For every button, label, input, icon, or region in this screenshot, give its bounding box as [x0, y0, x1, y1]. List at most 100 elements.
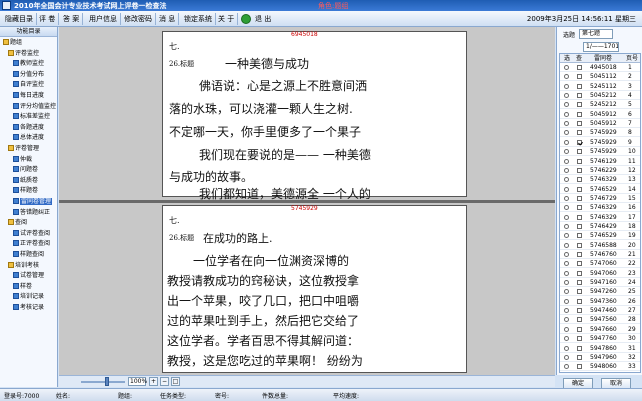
- table-row[interactable]: 5746429 18: [560, 222, 640, 231]
- tree-item[interactable]: 评卷监控: [8, 49, 39, 58]
- view-checkbox[interactable]: [577, 195, 582, 201]
- select-radio[interactable]: [564, 308, 569, 314]
- select-radio[interactable]: [564, 345, 569, 351]
- select-radio[interactable]: [564, 102, 569, 108]
- select-radio[interactable]: [564, 195, 569, 201]
- table-row[interactable]: 5045912 7: [560, 119, 640, 129]
- table-row[interactable]: 5746229 12: [560, 166, 640, 175]
- select-radio[interactable]: [564, 205, 569, 211]
- select-radio[interactable]: [564, 261, 569, 267]
- tree-item[interactable]: 评卷管理: [8, 145, 39, 153]
- tree-item[interactable]: 分值分布: [13, 70, 44, 79]
- view-checkbox[interactable]: [577, 83, 582, 89]
- view-checkbox[interactable]: [577, 205, 582, 211]
- view-checkbox[interactable]: [577, 252, 582, 257]
- select-radio[interactable]: [564, 158, 569, 164]
- view-checkbox[interactable]: [577, 111, 582, 117]
- view-checkbox[interactable]: [577, 167, 582, 173]
- about-button[interactable]: 关 于: [215, 13, 239, 25]
- table-row[interactable]: 5947360 26: [560, 297, 640, 306]
- table-row[interactable]: 5045112 2: [560, 72, 640, 82]
- tree-item[interactable]: 雷同卷管理: [13, 198, 53, 206]
- tree-item[interactable]: 试卷管理: [13, 272, 44, 280]
- tree-item[interactable]: 试评卷查阅: [13, 229, 50, 238]
- zoom-slider-track[interactable]: [81, 381, 125, 383]
- tree-item[interactable]: 评分均值监控: [13, 102, 56, 111]
- select-radio[interactable]: [564, 354, 569, 360]
- view-checkbox[interactable]: [577, 233, 582, 239]
- select-radio[interactable]: [564, 280, 569, 286]
- select-radio[interactable]: [564, 336, 569, 342]
- table-row[interactable]: 5045912 6: [560, 110, 640, 119]
- table-row[interactable]: 5746529 19: [560, 231, 640, 241]
- exit-icon[interactable]: [241, 14, 251, 24]
- answer-image-viewer[interactable]: 6945018 七. 26.标题 一种美德与成功 佛语说：心是之源上不胜意间洒 …: [59, 27, 555, 375]
- view-checkbox[interactable]: [577, 298, 582, 304]
- zoom-value[interactable]: 100%: [128, 377, 147, 386]
- view-checkbox[interactable]: [577, 186, 582, 192]
- table-row[interactable]: 5745929 8: [560, 128, 640, 138]
- grade-button[interactable]: 评 卷: [36, 13, 60, 25]
- select-radio[interactable]: [564, 317, 569, 323]
- view-checkbox[interactable]: [577, 130, 582, 136]
- view-checkbox[interactable]: [577, 364, 582, 370]
- user-info-button[interactable]: 用户信息: [86, 13, 121, 25]
- table-row[interactable]: 5746729 15: [560, 194, 640, 203]
- tree-item[interactable]: 样卷: [13, 282, 32, 291]
- view-checkbox[interactable]: [577, 65, 582, 70]
- select-radio[interactable]: [564, 167, 569, 173]
- table-row[interactable]: 5745929 9: [560, 138, 640, 147]
- select-radio[interactable]: [564, 65, 569, 70]
- view-checkbox[interactable]: [577, 121, 582, 127]
- view-checkbox[interactable]: [577, 214, 582, 220]
- select-radio[interactable]: [564, 270, 569, 276]
- select-radio[interactable]: [564, 364, 569, 370]
- select-radio[interactable]: [564, 214, 569, 220]
- tree-item[interactable]: 总体进度: [13, 134, 44, 142]
- tree-item[interactable]: 仲裁: [13, 155, 32, 164]
- view-checkbox[interactable]: [577, 74, 582, 80]
- tree-item[interactable]: 问题卷: [13, 166, 38, 174]
- table-row[interactable]: 5745929 10: [560, 147, 640, 157]
- view-checkbox[interactable]: [577, 242, 582, 248]
- select-radio[interactable]: [564, 326, 569, 332]
- select-radio[interactable]: [564, 223, 569, 229]
- view-checkbox[interactable]: [577, 280, 582, 286]
- select-radio[interactable]: [564, 130, 569, 136]
- table-row[interactable]: 5947460 27: [560, 306, 640, 316]
- view-checkbox[interactable]: [577, 326, 582, 332]
- fit-page-icon[interactable]: □: [171, 377, 180, 386]
- change-password-button[interactable]: 修改密码: [121, 13, 156, 25]
- tree-item[interactable]: 培训考核: [8, 261, 39, 270]
- table-row[interactable]: 4945018 1: [560, 63, 640, 72]
- select-radio[interactable]: [564, 93, 569, 99]
- view-checkbox[interactable]: [577, 223, 582, 229]
- tree-item[interactable]: 查阅: [8, 219, 27, 227]
- select-radio[interactable]: [564, 186, 569, 192]
- view-checkbox[interactable]: [577, 261, 582, 267]
- table-row[interactable]: 5245112 3: [560, 82, 640, 91]
- table-row[interactable]: 5947160 24: [560, 278, 640, 288]
- select-radio[interactable]: [564, 298, 569, 304]
- view-checkbox[interactable]: [577, 149, 582, 155]
- select-radio[interactable]: [564, 149, 569, 155]
- view-checkbox[interactable]: [577, 289, 582, 295]
- table-row[interactable]: 5746760 21: [560, 250, 640, 259]
- lock-system-button[interactable]: 锁定系统: [181, 13, 216, 25]
- select-radio[interactable]: [564, 83, 569, 89]
- view-checkbox[interactable]: [577, 354, 582, 360]
- select-radio[interactable]: [564, 233, 569, 239]
- tree-item[interactable]: 教师监控: [13, 60, 44, 68]
- table-row[interactable]: 5947760 30: [560, 334, 640, 344]
- select-radio[interactable]: [564, 111, 569, 117]
- zoom-slider-thumb[interactable]: [105, 377, 110, 386]
- select-radio[interactable]: [564, 177, 569, 183]
- table-row[interactable]: 5746129 11: [560, 157, 640, 166]
- view-checkbox[interactable]: [577, 158, 582, 164]
- table-row[interactable]: 5947860 31: [560, 344, 640, 353]
- hide-directory-button[interactable]: 隐藏目录: [2, 13, 37, 25]
- exit-button[interactable]: 退 出: [252, 13, 274, 25]
- tree-item[interactable]: 自评监控: [13, 81, 44, 89]
- view-checkbox[interactable]: [577, 177, 582, 183]
- tree-item[interactable]: 每日进度: [13, 92, 44, 100]
